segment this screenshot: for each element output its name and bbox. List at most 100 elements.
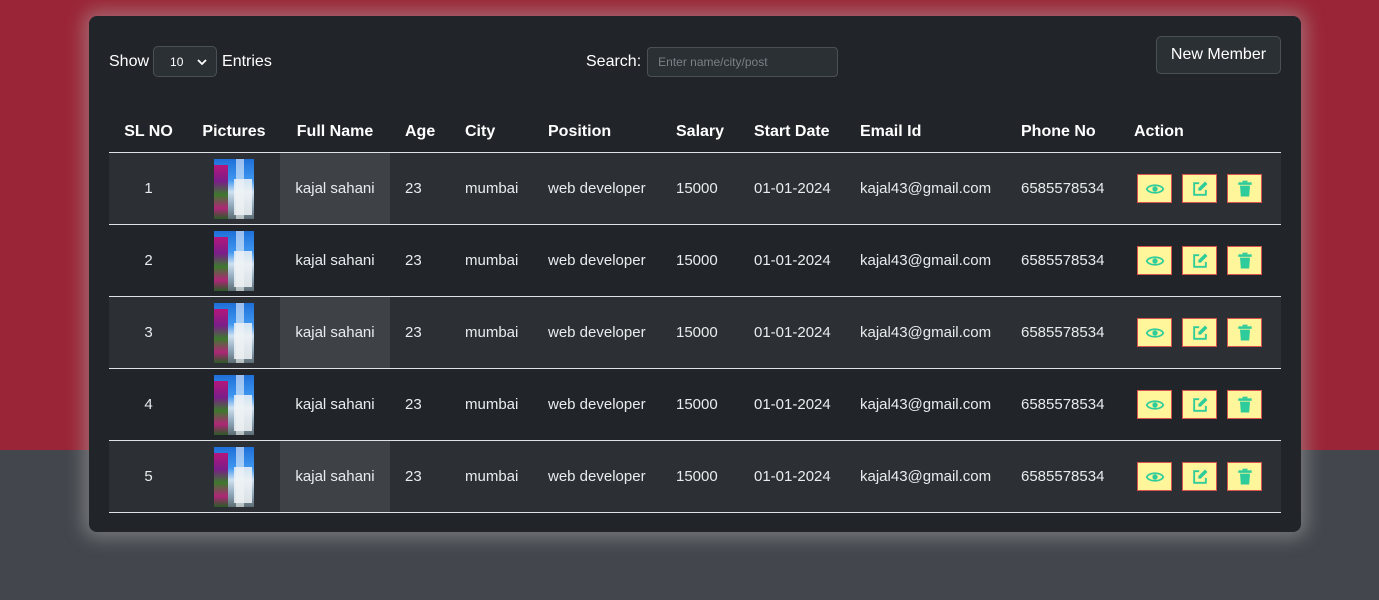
edit-button[interactable] [1182,246,1217,275]
header-city: City [465,112,548,153]
eye-icon [1145,183,1164,194]
eye-icon [1145,471,1164,482]
search-control: Search: Enter name/city/post [586,47,839,77]
header-start-date: Start Date [754,112,860,153]
cell-age: 23 [390,296,465,369]
cell-city: mumbai [465,152,548,225]
edit-button[interactable] [1182,174,1217,203]
cell-email: kajal43@gmail.com [860,296,1021,369]
edit-button[interactable] [1182,462,1217,491]
cell-picture [188,440,280,513]
cell-full-name: kajal sahani [280,368,390,441]
cell-action [1134,368,1281,441]
cell-full-name: kajal sahani [280,152,390,225]
edit-icon [1192,181,1207,196]
entries-select[interactable]: 10 [153,46,218,77]
member-photo [214,446,254,507]
edit-icon [1192,397,1207,412]
search-label: Search: [586,53,642,70]
cell-full-name: kajal sahani [280,296,390,369]
table-row: 5 kajal sahani 23 mumbai web developer 1… [109,440,1281,513]
delete-button[interactable] [1227,318,1262,347]
cell-action [1134,440,1281,513]
view-button[interactable] [1137,462,1172,491]
cell-sl-no: 3 [109,296,188,369]
cell-city: mumbai [465,440,548,513]
header-full-name: Full Name [280,112,390,153]
cell-salary: 15000 [676,368,754,441]
member-photo [214,374,254,435]
view-button[interactable] [1137,318,1172,347]
cell-picture [188,296,280,369]
eye-icon [1145,399,1164,410]
header-action: Action [1134,112,1281,153]
table-header-row: SL NO Pictures Full Name Age City Positi… [109,112,1281,153]
entries-control: Show 10 Entries [109,46,272,77]
header-salary: Salary [676,112,754,153]
delete-button[interactable] [1227,462,1262,491]
trash-icon [1237,252,1252,268]
header-email: Email Id [860,112,1021,153]
cell-phone: 6585578534 [1021,152,1134,225]
cell-salary: 15000 [676,296,754,369]
new-member-button[interactable]: New Member [1156,36,1281,74]
cell-start-date: 01-01-2024 [754,368,860,441]
view-button[interactable] [1137,390,1172,419]
cell-start-date: 01-01-2024 [754,152,860,225]
edit-button[interactable] [1182,318,1217,347]
members-table: SL NO Pictures Full Name Age City Positi… [109,112,1281,513]
cell-sl-no: 4 [109,368,188,441]
cell-action [1134,296,1281,369]
cell-start-date: 01-01-2024 [754,224,860,297]
edit-icon [1192,469,1207,484]
cell-full-name: kajal sahani [280,224,390,297]
cell-full-name: kajal sahani [280,440,390,513]
table-row: 2 kajal sahani 23 mumbai web developer 1… [109,224,1281,297]
cell-sl-no: 1 [109,152,188,225]
cell-position: web developer [548,368,676,441]
cell-age: 23 [390,224,465,297]
header-position: Position [548,112,676,153]
cell-email: kajal43@gmail.com [860,224,1021,297]
cell-position: web developer [548,440,676,513]
view-button[interactable] [1137,246,1172,275]
cell-position: web developer [548,152,676,225]
cell-phone: 6585578534 [1021,440,1134,513]
trash-icon [1237,180,1252,196]
search-input[interactable]: Enter name/city/post [647,47,839,77]
edit-icon [1192,325,1207,340]
cell-sl-no: 5 [109,440,188,513]
table-row: 3 kajal sahani 23 mumbai web developer 1… [109,296,1281,369]
eye-icon [1145,327,1164,338]
cell-salary: 15000 [676,224,754,297]
table-row: 1 kajal sahani 23 mumbai web developer 1… [109,152,1281,225]
delete-button[interactable] [1227,390,1262,419]
cell-email: kajal43@gmail.com [860,152,1021,225]
trash-icon [1237,396,1252,412]
cell-city: mumbai [465,296,548,369]
entries-select-value: 10 [170,54,184,69]
cell-phone: 6585578534 [1021,224,1134,297]
cell-action [1134,224,1281,297]
view-button[interactable] [1137,174,1172,203]
delete-button[interactable] [1227,246,1262,275]
cell-email: kajal43@gmail.com [860,440,1021,513]
show-label: Show [109,52,150,70]
cell-start-date: 01-01-2024 [754,440,860,513]
table-row: 4 kajal sahani 23 mumbai web developer 1… [109,368,1281,441]
cell-picture [188,224,280,297]
edit-button[interactable] [1182,390,1217,419]
cell-salary: 15000 [676,152,754,225]
delete-button[interactable] [1227,174,1262,203]
cell-action [1134,152,1281,225]
cell-phone: 6585578534 [1021,368,1134,441]
cell-phone: 6585578534 [1021,296,1134,369]
header-pictures: Pictures [188,112,280,153]
cell-start-date: 01-01-2024 [754,296,860,369]
header-phone: Phone No [1021,112,1134,153]
trash-icon [1237,468,1252,484]
cell-sl-no: 2 [109,224,188,297]
search-placeholder: Enter name/city/post [658,55,768,69]
member-photo [214,302,254,363]
entries-label: Entries [222,52,272,70]
